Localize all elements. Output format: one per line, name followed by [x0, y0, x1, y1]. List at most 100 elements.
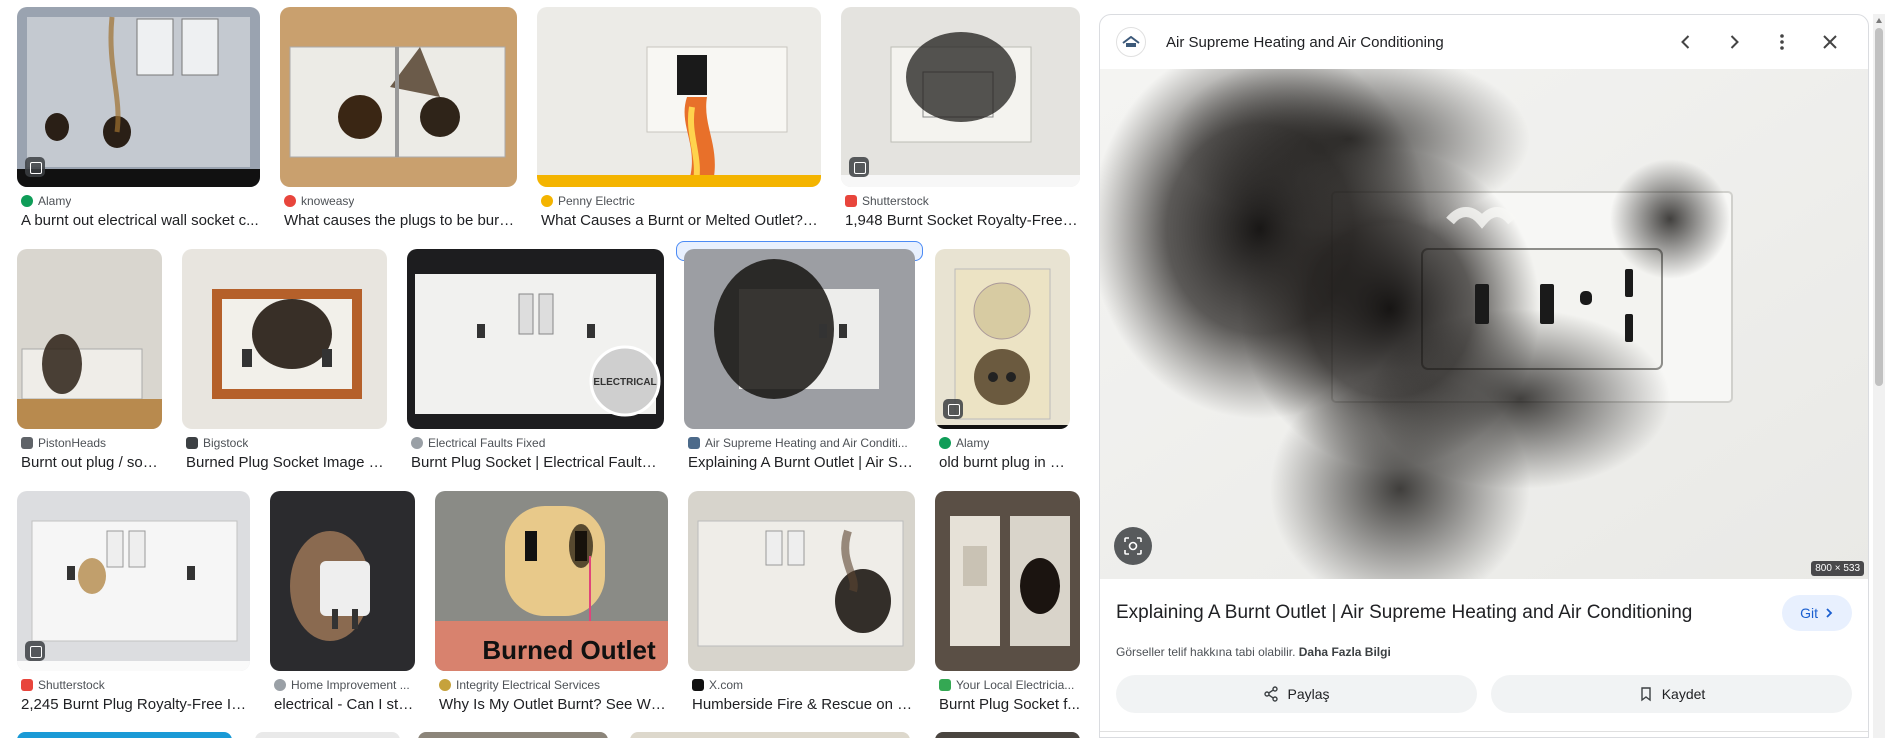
tile-meta: Bigstock Burned Plug Socket Image & ...: [186, 433, 387, 473]
chevron-right-icon: [1730, 35, 1739, 49]
source-name: Your Local Electricia...: [956, 678, 1075, 692]
favicon-icon: [411, 437, 423, 449]
share-icon: [1264, 686, 1279, 702]
preview-image[interactable]: [1100, 69, 1868, 579]
result-thumbnail[interactable]: [684, 249, 915, 429]
favicon-icon: [274, 679, 286, 691]
result-source[interactable]: Shutterstock: [845, 191, 1080, 211]
result-thumbnail[interactable]: Burned Outlet: [435, 491, 668, 671]
stamp-text: ELECTRICAL: [593, 377, 656, 388]
result-thumbnail-partial[interactable]: [418, 732, 608, 738]
previous-button[interactable]: [1662, 22, 1710, 62]
tile-meta: Penny Electric What Causes a Burnt or Me…: [541, 191, 821, 231]
tile-meta: Home Improvement ... electrical - Can I …: [274, 675, 415, 715]
source-name: knoweasy: [301, 194, 355, 208]
chevron-right-icon: [1826, 608, 1833, 618]
visit-button[interactable]: Git: [1782, 595, 1852, 631]
source-name: PistonHeads: [38, 436, 107, 450]
site-logo[interactable]: [1116, 27, 1146, 57]
more-options-button[interactable]: [1758, 22, 1806, 62]
result-title[interactable]: What Causes a Burnt or Melted Outlet? P.…: [541, 211, 821, 231]
panel-header: Air Supreme Heating and Air Conditioning: [1100, 15, 1868, 69]
favicon-icon: [541, 195, 553, 207]
result-source[interactable]: Integrity Electrical Services: [439, 675, 668, 695]
result-source[interactable]: Electrical Faults Fixed: [411, 433, 664, 453]
scroll-up-arrow-icon[interactable]: [1876, 18, 1882, 23]
favicon-icon: [21, 679, 33, 691]
result-thumbnail-partial[interactable]: [935, 732, 1080, 738]
panel-title[interactable]: Explaining A Burnt Outlet | Air Supreme …: [1116, 599, 1782, 627]
close-button[interactable]: [1806, 22, 1854, 62]
learn-more-link[interactable]: Daha Fazla Bilgi: [1299, 645, 1391, 659]
panel-title-row: Explaining A Burnt Outlet | Air Supreme …: [1116, 595, 1852, 631]
source-name: Alamy: [38, 194, 72, 208]
result-source[interactable]: Bigstock: [186, 433, 387, 453]
result-title[interactable]: 1,948 Burnt Socket Royalty-Free I...: [845, 211, 1080, 231]
lens-search-button[interactable]: [1114, 527, 1152, 565]
result-source[interactable]: Air Supreme Heating and Air Conditi...: [688, 433, 915, 453]
favicon-icon: [692, 679, 704, 691]
panel-actions: Paylaş Kaydet: [1116, 675, 1852, 713]
result-title[interactable]: Burned Plug Socket Image & ...: [186, 453, 387, 473]
result-title[interactable]: A burnt out electrical wall socket c...: [21, 211, 260, 231]
image-dimensions: 800 × 533: [1811, 561, 1864, 576]
result-source[interactable]: Penny Electric: [541, 191, 821, 211]
result-thumbnail[interactable]: [270, 491, 415, 671]
result-thumbnail[interactable]: [17, 249, 162, 429]
tile-meta: X.com Humberside Fire & Rescue on X: ...: [692, 675, 915, 715]
tile-meta: Air Supreme Heating and Air Conditi... E…: [688, 433, 915, 473]
result-title[interactable]: 2,245 Burnt Plug Royalty-Free Im...: [21, 695, 250, 715]
result-title[interactable]: Burnt Plug Socket f...: [939, 695, 1080, 715]
save-button[interactable]: Kaydet: [1491, 675, 1852, 713]
bookmark-icon: [1641, 687, 1651, 702]
result-title[interactable]: electrical - Can I stil...: [274, 695, 415, 715]
result-thumbnail[interactable]: [280, 7, 517, 187]
result-thumbnail-partial[interactable]: [17, 732, 232, 738]
tile-meta: Shutterstock 2,245 Burnt Plug Royalty-Fr…: [21, 675, 250, 715]
tile-meta: Integrity Electrical Services Why Is My …: [439, 675, 668, 715]
source-name: Shutterstock: [38, 678, 105, 692]
result-thumbnail[interactable]: [688, 491, 915, 671]
result-thumbnail-partial[interactable]: [630, 732, 910, 738]
result-title[interactable]: Humberside Fire & Rescue on X: ...: [692, 695, 915, 715]
result-title[interactable]: old burnt plug in a ...: [939, 453, 1070, 473]
tile-meta: Alamy A burnt out electrical wall socket…: [21, 191, 260, 231]
scrollbar-thumb[interactable]: [1875, 28, 1883, 386]
image-badge-icon: [943, 399, 963, 419]
result-title[interactable]: Burnt out plug / soc...: [21, 453, 162, 473]
result-thumbnail[interactable]: [841, 7, 1080, 187]
result-title[interactable]: Burnt Plug Socket | Electrical Faults F.…: [411, 453, 664, 473]
result-thumbnail-partial[interactable]: [255, 732, 400, 738]
result-source[interactable]: Alamy: [21, 191, 260, 211]
favicon-icon: [284, 195, 296, 207]
result-source[interactable]: Home Improvement ...: [274, 675, 415, 695]
panel-divider: [1100, 731, 1868, 732]
favicon-icon: [439, 679, 451, 691]
result-thumbnail[interactable]: [182, 249, 387, 429]
result-title[interactable]: What causes the plugs to be burn...: [284, 211, 517, 231]
result-thumbnail[interactable]: [17, 491, 250, 671]
next-button[interactable]: [1710, 22, 1758, 62]
result-thumbnail[interactable]: [17, 7, 260, 187]
source-name: Alamy: [956, 436, 990, 450]
favicon-icon: [845, 195, 857, 207]
result-thumbnail[interactable]: [537, 7, 821, 187]
result-source[interactable]: knoweasy: [284, 191, 517, 211]
result-source[interactable]: Alamy: [939, 433, 1070, 453]
image-badge-icon: [849, 157, 869, 177]
panel-source-name[interactable]: Air Supreme Heating and Air Conditioning: [1166, 34, 1662, 51]
source-name: Electrical Faults Fixed: [428, 436, 546, 450]
tile-meta: PistonHeads Burnt out plug / soc...: [21, 433, 162, 473]
result-thumbnail[interactable]: [935, 491, 1080, 671]
result-title[interactable]: Why Is My Outlet Burnt? See Wha...: [439, 695, 668, 715]
tile-meta: knoweasy What causes the plugs to be bur…: [284, 191, 517, 231]
source-name: X.com: [709, 678, 744, 692]
result-source[interactable]: X.com: [692, 675, 915, 695]
copyright-notice: Görseller telif hakkına tabi olabilir. D…: [1116, 645, 1391, 659]
result-source[interactable]: Shutterstock: [21, 675, 250, 695]
result-source[interactable]: Your Local Electricia...: [939, 675, 1080, 695]
result-source[interactable]: PistonHeads: [21, 433, 162, 453]
result-thumbnail[interactable]: ELECTRICAL: [407, 249, 664, 429]
result-title[interactable]: Explaining A Burnt Outlet | Air Su...: [688, 453, 915, 473]
share-button[interactable]: Paylaş: [1116, 675, 1477, 713]
